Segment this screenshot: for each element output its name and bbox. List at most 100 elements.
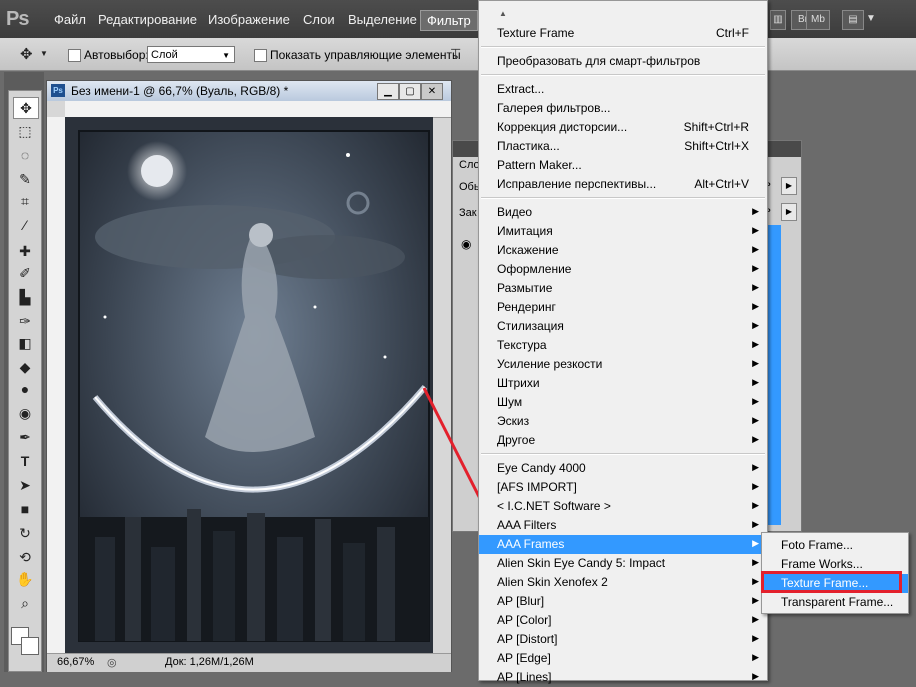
close-button[interactable]: ✕ (421, 83, 443, 100)
filter-menu-item[interactable]: Рендеринг ▶ (479, 298, 767, 317)
filter-menu-item[interactable]: Шум ▶ (479, 393, 767, 412)
filter-menu-item[interactable]: Texture Frame Ctrl+F (479, 24, 767, 43)
minibridge-button[interactable]: Mb (806, 10, 830, 30)
filter-menu-item[interactable]: Pattern Maker... (479, 156, 767, 175)
dodge-tool-icon[interactable]: ◉ (13, 403, 37, 423)
submenu-item[interactable]: Foto Frame... (762, 536, 908, 555)
submenu-arrow-icon: ▶ (752, 557, 759, 567)
filter-menu-item-label: Эскиз (497, 414, 530, 428)
hand-tool-icon[interactable]: ✋ (13, 569, 37, 589)
filter-menu-item[interactable]: Alien Skin Xenofex 2 ▶ (479, 573, 767, 592)
submenu-item[interactable]: Transparent Frame... (762, 593, 908, 612)
menu-layers[interactable]: Слои (303, 12, 335, 27)
filter-menu-item[interactable]: AP [Distort] ▶ (479, 630, 767, 649)
filter-menu-item[interactable]: [AFS IMPORT] ▶ (479, 478, 767, 497)
3d-orbit-tool-icon[interactable]: ⟲ (13, 547, 37, 567)
filter-menu-item-label: Alien Skin Eye Candy 5: Impact (497, 556, 666, 570)
zoom-tool-icon[interactable]: ⌕ (13, 593, 37, 613)
workspace-icon[interactable]: ▥ (770, 10, 786, 30)
visibility-eye-icon[interactable]: ◉ (461, 237, 471, 251)
filter-menu-item[interactable]: Эскиз ▶ (479, 412, 767, 431)
filter-menu-item[interactable]: AAA Filters ▶ (479, 516, 767, 535)
filter-menu-item[interactable]: Преобразовать для смарт-фильтров (479, 52, 767, 71)
chevron-down-icon[interactable]: ▼ (40, 49, 48, 58)
filter-menu-item[interactable]: Стилизация ▶ (479, 317, 767, 336)
move-tool-icon[interactable]: ✥ (13, 97, 39, 119)
document-titlebar[interactable]: Ps Без имени-1 @ 66,7% (Вуаль, RGB/8) * … (47, 81, 451, 101)
filter-menu-item[interactable]: Пластика... Shift+Ctrl+X (479, 137, 767, 156)
history-brush-tool-icon[interactable]: ✑ (13, 311, 37, 331)
view-extras-icon[interactable]: ▤ (842, 10, 864, 30)
filter-menu-item[interactable]: Другое ▶ (479, 431, 767, 450)
filter-menu-item[interactable]: Исправление перспективы... Alt+Ctrl+V (479, 175, 767, 194)
filter-menu-item[interactable]: AAA Frames ▶ (479, 535, 767, 554)
submenu-arrow-icon: ▶ (752, 434, 759, 444)
menu-edit[interactable]: Редактирование (98, 12, 197, 27)
filter-menu-item[interactable]: Extract... (479, 80, 767, 99)
filter-menu-item[interactable]: < I.C.NET Software > ▶ (479, 497, 767, 516)
filter-menu-item[interactable]: Видео ▶ (479, 203, 767, 222)
filter-menu-item[interactable]: Имитация ▶ (479, 222, 767, 241)
autoselect-dropdown[interactable]: Слой ▼ (147, 46, 235, 63)
layer-selected-row[interactable] (767, 225, 781, 525)
filter-menu-item-label: Имитация (497, 224, 553, 238)
submenu-arrow-icon: ▶ (752, 671, 759, 681)
filter-menu-item-label: Оформление (497, 262, 572, 276)
filter-menu-item[interactable]: AP [Lines] ▶ (479, 668, 767, 687)
pen-tool-icon[interactable]: ✒ (13, 427, 37, 447)
vertical-ruler[interactable] (47, 117, 66, 653)
minimize-button[interactable]: ▁ (377, 83, 399, 100)
filter-menu-item[interactable]: Alien Skin Eye Candy 5: Impact ▶ (479, 554, 767, 573)
background-color-swatch[interactable] (21, 637, 39, 655)
status-menu-icon[interactable]: ◎ (107, 656, 117, 669)
filter-menu-item[interactable]: Штрихи ▶ (479, 374, 767, 393)
align-top-icon[interactable]: ⊤ (450, 46, 461, 62)
opacity-slider-button[interactable]: ▶ (781, 177, 797, 195)
image-canvas[interactable] (65, 117, 433, 653)
filter-menu-item[interactable]: Усиление резкости ▶ (479, 355, 767, 374)
zoom-level[interactable]: 66,67% (57, 656, 94, 668)
filter-menu-item[interactable]: Искажение ▶ (479, 241, 767, 260)
3d-rotate-tool-icon[interactable]: ↻ (13, 523, 37, 543)
eyedropper-tool-icon[interactable]: ⁄ (13, 215, 37, 235)
maximize-button[interactable]: ▢ (399, 83, 421, 100)
submenu-arrow-icon: ▶ (752, 500, 759, 510)
show-controls-checkbox[interactable] (254, 49, 267, 62)
ps-document-icon: Ps (51, 84, 65, 97)
healing-brush-tool-icon[interactable]: ✚ (13, 241, 37, 261)
autoselect-checkbox[interactable] (68, 49, 81, 62)
crop-tool-icon[interactable]: ⌗ (13, 191, 37, 211)
filter-menu-item[interactable]: Галерея фильтров... (479, 99, 767, 118)
layers-tab-label[interactable]: Сло (459, 159, 480, 171)
path-select-tool-icon[interactable]: ➤ (13, 475, 37, 495)
paint-bucket-tool-icon[interactable]: ◆ (13, 357, 37, 377)
menu-select[interactable]: Выделение (348, 12, 417, 27)
filter-menu-item[interactable]: Коррекция дисторсии... Shift+Ctrl+R (479, 118, 767, 137)
chevron-down-icon[interactable]: ▼ (866, 13, 876, 24)
blur-tool-icon[interactable]: ● (13, 379, 37, 399)
lasso-tool-icon[interactable]: ◌ (13, 145, 37, 165)
quick-select-tool-icon[interactable]: ✎ (13, 169, 37, 189)
move-tool-icon[interactable]: ✥ (20, 45, 33, 63)
filter-menu-item[interactable]: Текстура ▶ (479, 336, 767, 355)
document-status-bar: 66,67% ◎ Док: 1,26M/1,26M (47, 653, 451, 672)
brush-tool-icon[interactable]: ✐ (13, 263, 37, 283)
menu-file[interactable]: Файл (54, 12, 86, 27)
rectangle-tool-icon[interactable]: ■ (13, 499, 37, 519)
eraser-tool-icon[interactable]: ◧ (13, 333, 37, 353)
filter-menu-item[interactable]: Eye Candy 4000 ▶ (479, 459, 767, 478)
blend-mode-label[interactable]: Обь (459, 181, 480, 193)
marquee-tool-icon[interactable]: ⬚ (13, 121, 37, 141)
menu-filter[interactable]: Фильтр (420, 10, 478, 31)
clone-stamp-tool-icon[interactable]: ▙ (13, 287, 37, 307)
filter-menu-item[interactable]: Оформление ▶ (479, 260, 767, 279)
type-tool-icon[interactable]: T (13, 451, 37, 471)
horizontal-ruler[interactable] (65, 101, 451, 118)
filter-menu-item[interactable]: AP [Color] ▶ (479, 611, 767, 630)
filter-menu-item[interactable]: Размытие ▶ (479, 279, 767, 298)
scroll-up-icon[interactable]: ▲ (499, 9, 507, 18)
filter-menu-item[interactable]: AP [Edge] ▶ (479, 649, 767, 668)
menu-image[interactable]: Изображение (208, 12, 290, 27)
filter-menu-item[interactable]: AP [Blur] ▶ (479, 592, 767, 611)
fill-slider-button[interactable]: ▶ (781, 203, 797, 221)
